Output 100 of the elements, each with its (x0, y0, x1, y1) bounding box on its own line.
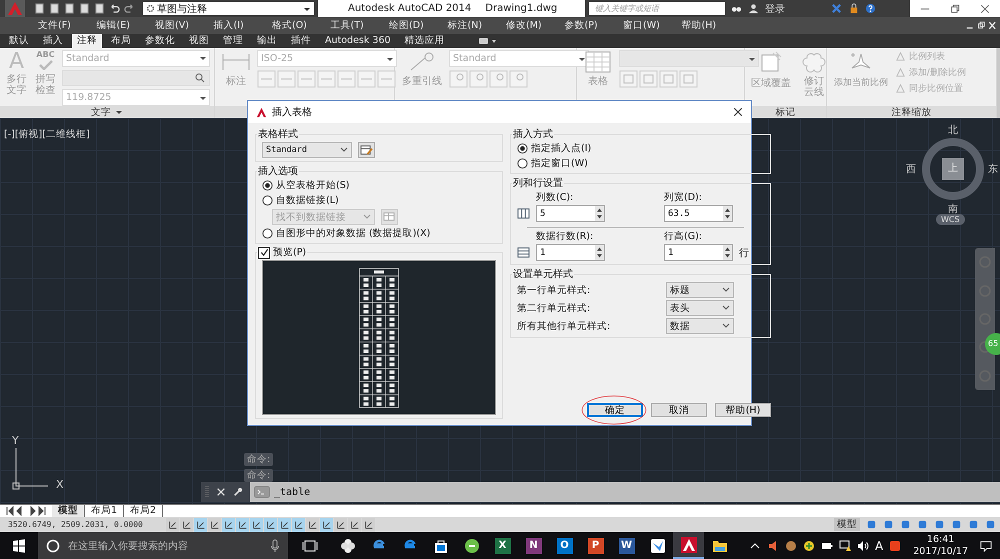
ribbon-tab[interactable]: 插入 (38, 34, 68, 48)
radio-option[interactable]: 指定窗口(W) (517, 157, 764, 170)
menu-item[interactable]: 插入(I) (214, 19, 272, 32)
close-icon[interactable] (980, 4, 990, 14)
taskbar-app-button[interactable]: W (611, 532, 642, 559)
checkbox-label[interactable]: 预览(P) (273, 246, 306, 259)
drafting-toggle-button[interactable] (236, 518, 249, 532)
cell-style-dropdown[interactable]: 数据 (666, 318, 734, 334)
menu-item[interactable]: 参数(P) (564, 19, 623, 32)
redo-icon[interactable] (124, 3, 135, 14)
viewport-controls[interactable]: [-][俯视][二维线框] (4, 128, 90, 141)
ribbon-tab[interactable]: 精选应用 (400, 34, 450, 48)
drafting-toggle-button[interactable] (194, 518, 207, 532)
menu-item[interactable]: 帮助(H) (682, 19, 740, 32)
spin-arrows-icon[interactable] (595, 206, 604, 221)
menu-item[interactable]: 文件(F) (38, 19, 96, 32)
spin-arrows-icon[interactable] (723, 245, 732, 260)
radio-option[interactable]: 从空表格开始(S) (262, 179, 496, 192)
undo-icon[interactable] (109, 3, 120, 14)
ribbon-scrollbar[interactable] (997, 48, 1000, 118)
taskbar-app-button[interactable] (673, 532, 704, 559)
cell-style-dropdown[interactable]: 标题 (666, 282, 734, 298)
drafting-toggle-button[interactable] (180, 518, 193, 532)
drafting-toggle-button[interactable] (292, 518, 305, 532)
data-rows-field[interactable]: 1 (536, 244, 605, 261)
ribbon-tab[interactable]: 布局 (106, 34, 136, 48)
ribbon-tab[interactable]: 管理 (218, 34, 248, 48)
status-tool-icon[interactable] (866, 519, 877, 530)
drafting-toggle-button[interactable] (264, 518, 277, 532)
status-tool-icon[interactable] (917, 519, 928, 530)
ribbon-tab[interactable]: 默认 (4, 34, 34, 48)
microphone-icon[interactable] (270, 538, 280, 552)
drafting-toggle-button[interactable] (208, 518, 221, 532)
input-method-logo-icon[interactable] (889, 540, 902, 552)
status-tool-icon[interactable] (951, 519, 962, 530)
restore-icon[interactable] (950, 4, 960, 14)
close-icon[interactable] (733, 107, 743, 117)
status-tool-icon[interactable] (934, 519, 945, 530)
layout-tab[interactable]: 模型 (52, 505, 85, 517)
panel-toggle-icon[interactable] (478, 37, 498, 45)
checkbox[interactable] (258, 246, 270, 258)
notification-icon[interactable] (980, 540, 992, 552)
menu-item[interactable]: 格式(O) (272, 19, 330, 32)
help-icon[interactable] (865, 3, 876, 14)
menu-item[interactable]: 修改(M) (506, 19, 564, 32)
input-method-indicator[interactable]: A (875, 538, 884, 552)
grip-handle-icon[interactable] (205, 485, 209, 499)
drafting-toggle-button[interactable] (250, 518, 263, 532)
drafting-toggle-button[interactable] (320, 518, 333, 532)
drafting-toggle-button[interactable] (166, 518, 179, 532)
table-style-edit-button[interactable] (358, 142, 375, 158)
login-link[interactable]: 登录 (765, 2, 825, 16)
taskbar-search-field[interactable]: 在这里输入你要搜索的内容 (38, 532, 288, 559)
ribbon-tab[interactable]: 参数化 (140, 34, 180, 48)
column-width-field[interactable]: 63.5 (664, 205, 733, 222)
taskbar-app-button[interactable]: P (580, 532, 611, 559)
radio-option[interactable]: 自数据链接(L) (262, 194, 496, 207)
lock-icon[interactable] (848, 3, 859, 14)
command-input[interactable]: _table (250, 482, 1000, 502)
taskbar-app-button[interactable]: O (549, 532, 580, 559)
ribbon-tab[interactable]: 输出 (252, 34, 282, 48)
ribbon-tab[interactable]: 视图 (184, 34, 214, 48)
drafting-toggle-button[interactable] (222, 518, 235, 532)
ribbon-tab[interactable]: 注释 (72, 34, 102, 48)
drafting-toggle-button[interactable] (362, 518, 375, 532)
volume-icon[interactable] (857, 540, 870, 552)
ucs-menu[interactable]: WCS (936, 214, 965, 225)
radio-option[interactable]: 指定插入点(I) (517, 142, 764, 155)
drafting-toggle-button[interactable] (334, 518, 347, 532)
menu-item[interactable]: 绘图(D) (389, 19, 448, 32)
clock[interactable]: 16:41 2017/10/17 (913, 534, 968, 558)
status-tool-icon[interactable] (900, 519, 911, 530)
drafting-toggle-button[interactable] (348, 518, 361, 532)
dialog-button[interactable]: 取消 (651, 403, 707, 417)
menu-item[interactable]: 窗口(W) (623, 19, 682, 32)
windows-start-icon[interactable] (12, 538, 26, 552)
menu-item[interactable]: 工具(T) (330, 19, 389, 32)
ribbon-tab[interactable]: Autodesk 360 (320, 34, 396, 48)
network-warning-icon[interactable] (839, 540, 852, 552)
wrench-icon[interactable] (233, 487, 243, 497)
ribbon-tab[interactable]: 插件 (286, 34, 316, 48)
plus-circle-icon[interactable] (803, 540, 816, 552)
status-tool-icon[interactable] (985, 519, 996, 530)
menu-item[interactable]: 视图(V) (155, 19, 214, 32)
panel-title[interactable]: 文字 (91, 106, 111, 118)
text-search-field[interactable] (62, 70, 210, 86)
document-window-controls-icon[interactable] (966, 21, 996, 30)
row-height-field[interactable]: 1 (664, 244, 733, 261)
dialog-button[interactable]: 确定 (587, 403, 643, 417)
spin-arrows-icon[interactable] (723, 206, 732, 221)
model-space-button[interactable]: 模型 (834, 518, 860, 531)
drafting-toggle-button[interactable] (306, 518, 319, 532)
user-icon[interactable] (748, 3, 759, 14)
menu-item[interactable]: 标注(N) (448, 19, 506, 32)
tab-scroll-arrows-icon[interactable] (4, 505, 48, 517)
status-tool-icon[interactable] (883, 519, 894, 530)
taskbar-app-button[interactable]: N (518, 532, 549, 559)
taskbar-app-button[interactable]: X (487, 532, 518, 559)
workspace-dropdown[interactable]: 草图与注释 (143, 2, 314, 15)
exchange-icon[interactable] (831, 3, 842, 14)
